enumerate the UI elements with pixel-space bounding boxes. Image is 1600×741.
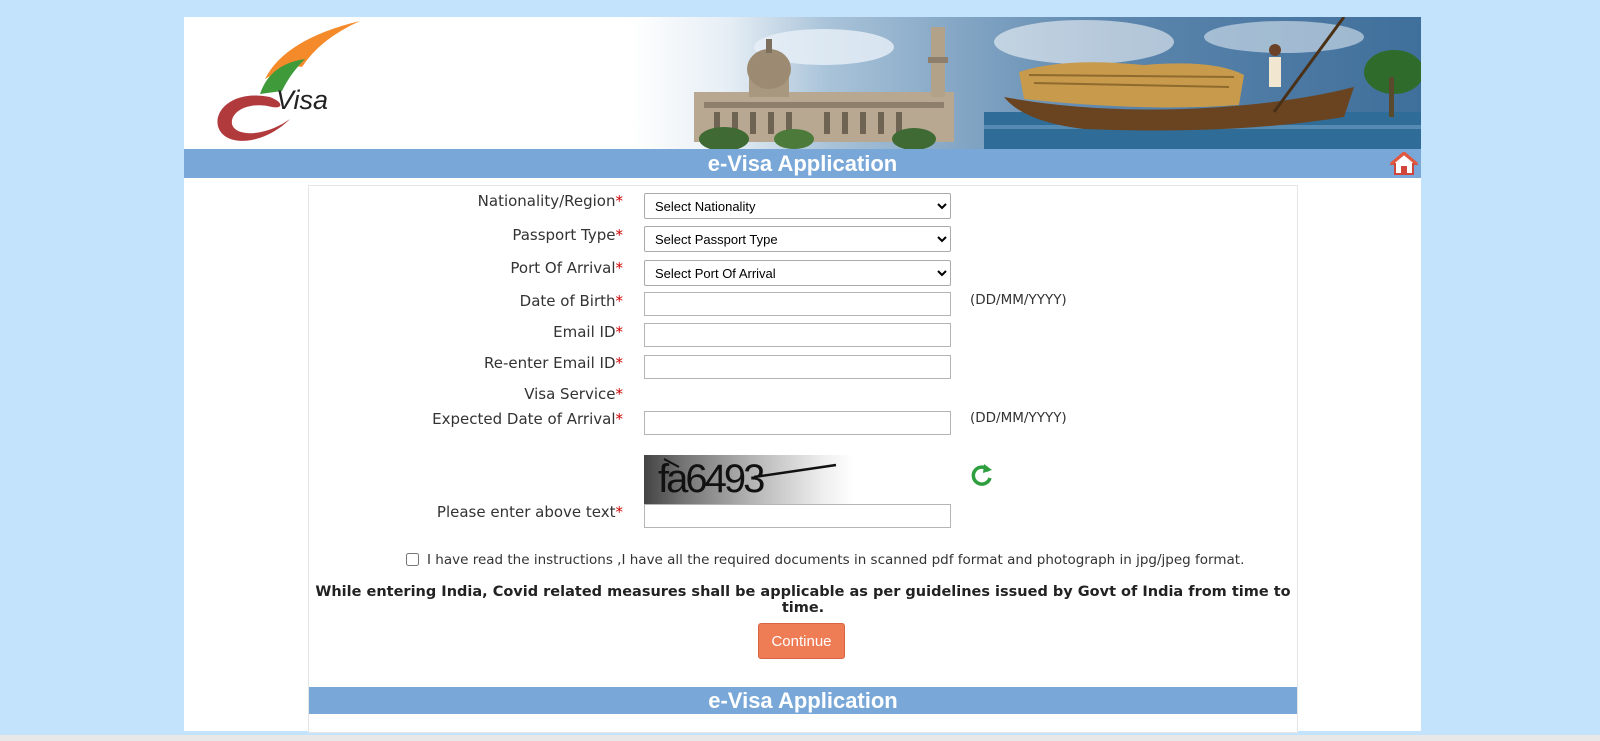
date-of-birth-label: Date of Birth* — [519, 292, 623, 310]
banner-photo — [694, 17, 1421, 149]
captcha-image: fa6493 — [644, 455, 854, 507]
instructions-checkbox-label: I have read the instructions ,I have all… — [427, 552, 1245, 568]
logo-text: Visa — [276, 85, 329, 115]
bottom-scroll-strip — [0, 735, 1600, 741]
expected-arrival-label: Expected Date of Arrival* — [432, 410, 623, 428]
application-form: Nationality/Region* Select Nationality P… — [308, 185, 1298, 733]
continue-button[interactable]: Continue — [758, 623, 845, 659]
passport-type-label: Passport Type* — [512, 226, 623, 244]
home-icon[interactable] — [1390, 152, 1418, 176]
email-label: Email ID* — [553, 323, 623, 341]
instructions-checkbox-row: I have read the instructions ,I have all… — [406, 552, 1244, 568]
captcha-input-label: Please enter above text* — [436, 503, 623, 521]
reenter-email-input[interactable] — [644, 355, 951, 379]
captcha-noise-lines — [663, 458, 837, 479]
nationality-label: Nationality/Region* — [477, 192, 623, 210]
email-input[interactable] — [644, 323, 951, 347]
port-of-arrival-label: Port Of Arrival* — [510, 259, 623, 277]
header-banner: Visa — [184, 17, 1421, 149]
port-of-arrival-select[interactable]: Select Port Of Arrival — [644, 260, 951, 286]
visa-service-label: Visa Service* — [524, 385, 623, 403]
reenter-email-label: Re-enter Email ID* — [483, 354, 623, 372]
nationality-select[interactable]: Select Nationality — [644, 193, 951, 219]
covid-notice: While entering India, Covid related meas… — [315, 584, 1291, 616]
page-container: Visa e-Visa Application Nationality/Regi… — [184, 17, 1421, 733]
date-of-birth-input[interactable] — [644, 292, 951, 316]
expected-arrival-input[interactable] — [644, 411, 951, 435]
page-title: e-Visa Application — [184, 149, 1421, 178]
footer-title: e-Visa Application — [309, 687, 1297, 714]
date-of-birth-format-hint: (DD/MM/YYYY) — [970, 292, 1067, 308]
instructions-checkbox[interactable] — [406, 553, 419, 566]
refresh-icon[interactable] — [970, 462, 994, 488]
expected-arrival-format-hint: (DD/MM/YYYY) — [970, 410, 1067, 426]
passport-type-select[interactable]: Select Passport Type — [644, 226, 951, 252]
captcha-input[interactable] — [644, 504, 951, 528]
evisa-logo — [217, 21, 360, 141]
